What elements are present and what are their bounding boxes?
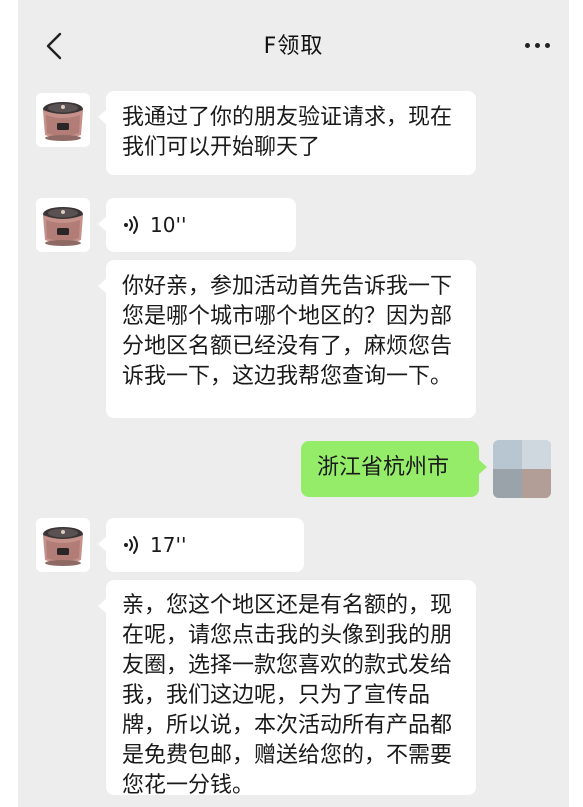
contact-avatar[interactable] bbox=[36, 93, 90, 147]
message-text: 浙江省杭州市 bbox=[317, 455, 450, 480]
voice-duration: 17'' bbox=[150, 533, 187, 557]
message-text: 我通过了你的朋友验证请求，现在我们可以开始聊天了 bbox=[122, 105, 453, 160]
more-dots-icon bbox=[524, 42, 550, 48]
voice-duration: 10'' bbox=[150, 213, 187, 237]
contact-avatar[interactable] bbox=[36, 518, 90, 572]
user-avatar[interactable] bbox=[493, 440, 551, 498]
chat-screen: F领取 我通过了你的朋友验证请求，现在我们可以开始聊天了 10'' 你好亲，参加… bbox=[0, 0, 583, 807]
voice-message-bubble[interactable]: 17'' bbox=[98, 518, 304, 572]
message-text: 亲，您这个地区还是有名额的，现在呢，请您点击我的头像到我的朋友圈，选择一款您喜欢… bbox=[122, 593, 453, 798]
left-margin bbox=[0, 0, 18, 807]
outgoing-message-bubble[interactable]: 浙江省杭州市 bbox=[301, 441, 487, 497]
chat-header: F领取 bbox=[18, 0, 569, 90]
right-margin bbox=[569, 0, 583, 807]
rice-cooker-avatar-icon bbox=[36, 518, 90, 572]
message-bubble[interactable]: 我通过了你的朋友验证请求，现在我们可以开始聊天了 bbox=[98, 91, 476, 175]
voice-wave-icon bbox=[122, 215, 140, 235]
more-button[interactable] bbox=[515, 30, 559, 60]
message-text: 你好亲，参加活动首先告诉我一下您是哪个城市哪个地区的？因为部分地区名额已经没有了… bbox=[122, 274, 453, 389]
message-bubble[interactable]: 你好亲，参加活动首先告诉我一下您是哪个城市哪个地区的？因为部分地区名额已经没有了… bbox=[98, 260, 476, 418]
rice-cooker-avatar-icon bbox=[36, 93, 90, 147]
voice-message-bubble[interactable]: 10'' bbox=[98, 198, 296, 252]
chat-title: F领取 bbox=[263, 34, 324, 59]
rice-cooker-avatar-icon bbox=[36, 198, 90, 252]
voice-wave-icon bbox=[122, 535, 140, 555]
message-bubble[interactable]: 亲，您这个地区还是有名额的，现在呢，请您点击我的头像到我的朋友圈，选择一款您喜欢… bbox=[98, 580, 476, 798]
contact-avatar[interactable] bbox=[36, 198, 90, 252]
